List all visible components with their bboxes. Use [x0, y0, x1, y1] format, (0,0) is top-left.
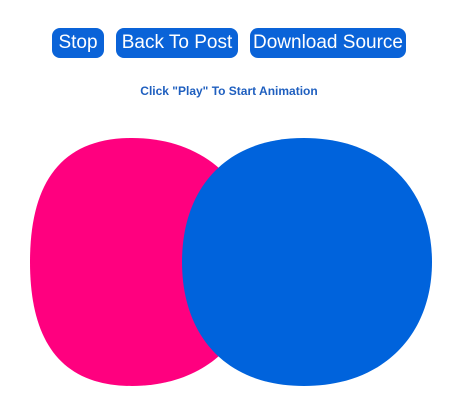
animation-stage[interactable]: [26, 134, 438, 390]
blue-circle: [182, 138, 432, 386]
back-to-post-button[interactable]: Back To Post: [116, 28, 238, 58]
animation-instruction: Click "Play" To Start Animation: [140, 84, 318, 98]
download-source-button[interactable]: Download Source: [250, 28, 406, 58]
toolbar: Stop Back To Post Download Source: [0, 28, 450, 60]
animation-canvas: [30, 138, 432, 386]
stop-button[interactable]: Stop: [52, 28, 104, 58]
